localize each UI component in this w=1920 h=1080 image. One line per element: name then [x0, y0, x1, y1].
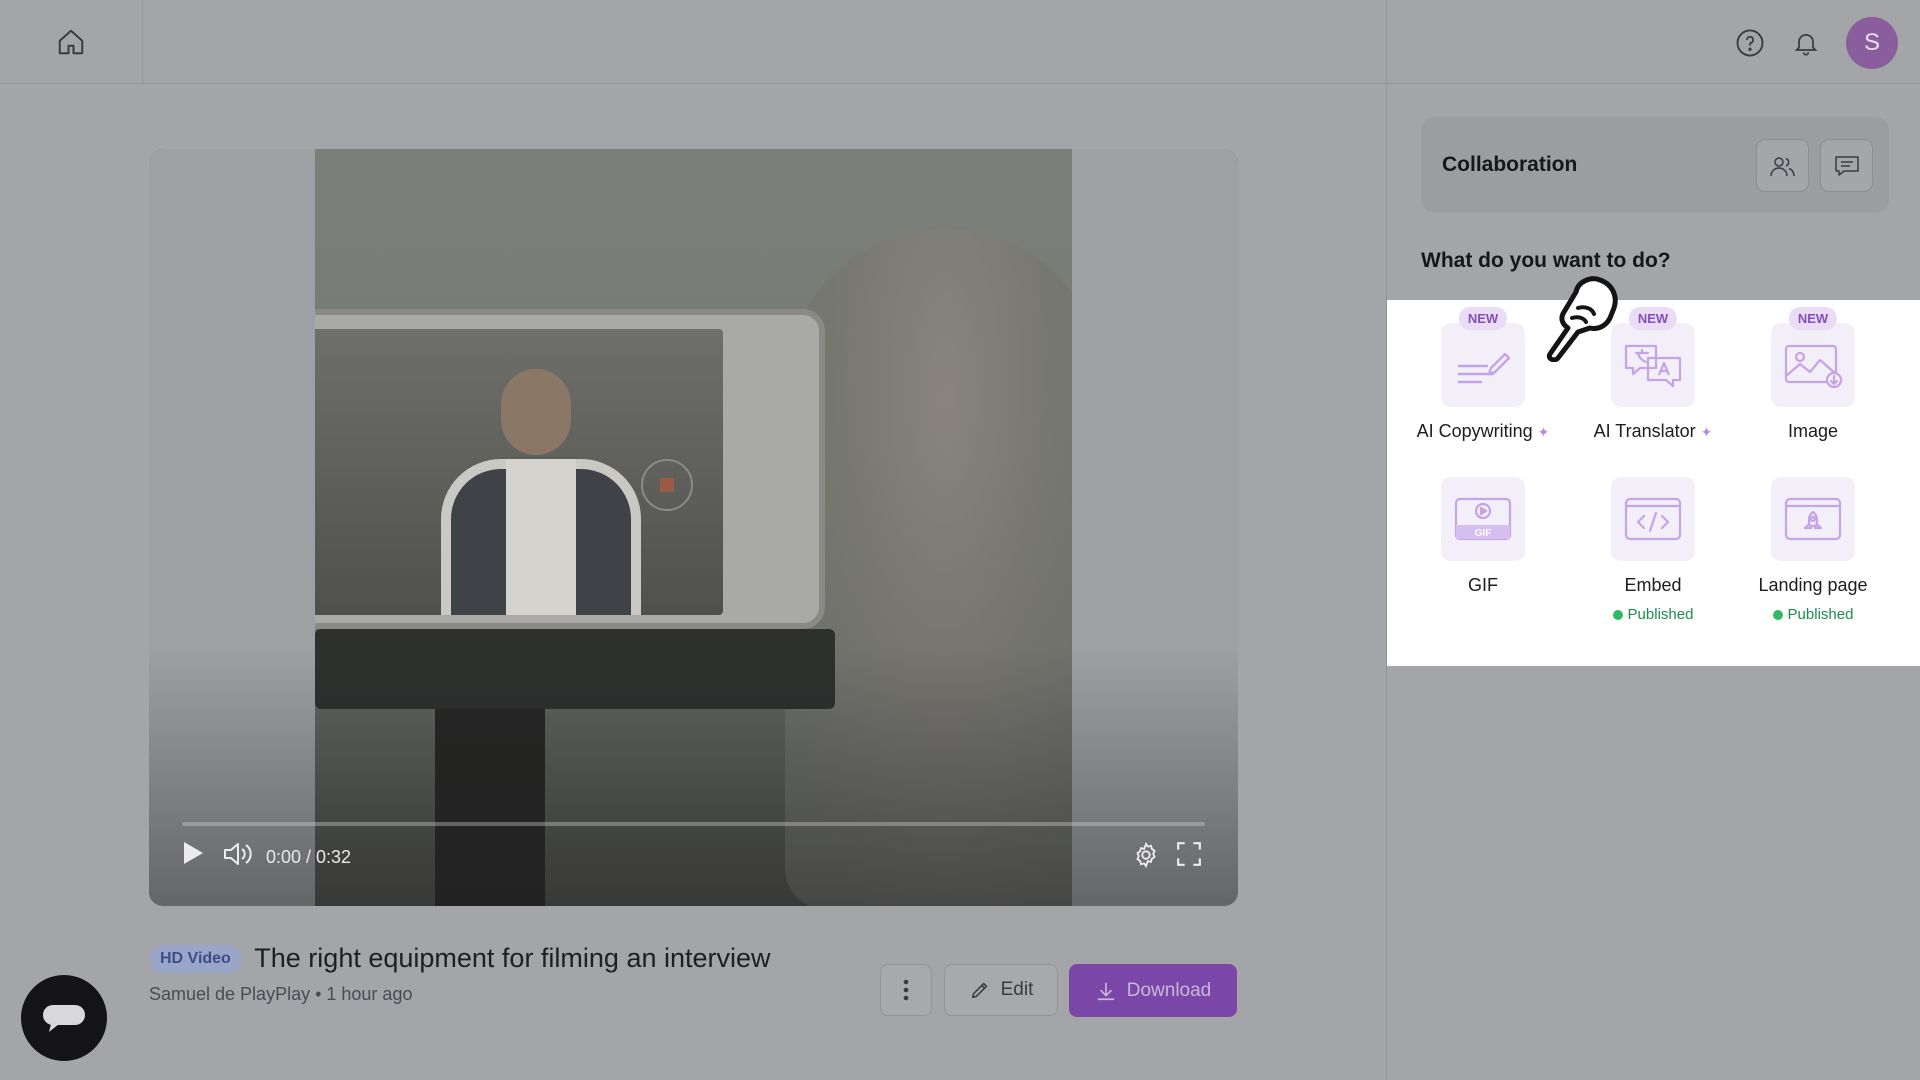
more-options-button[interactable]	[880, 964, 932, 1016]
tool-gif[interactable]: GIF GIF	[1398, 477, 1568, 596]
embed-icon	[1624, 497, 1682, 541]
tool-label: AI Copywriting	[1416, 421, 1533, 441]
video-title: The right equipment for filming an inter…	[254, 943, 771, 973]
chat-icon	[43, 1005, 85, 1032]
comments-button[interactable]	[1820, 139, 1873, 192]
video-player[interactable]: 0:00 / 0:32	[149, 149, 1238, 906]
tool-landing-page[interactable]: Landing page Published	[1728, 477, 1898, 623]
progress-bar[interactable]	[182, 822, 1205, 826]
play-icon	[184, 842, 203, 864]
gear-icon	[1136, 841, 1156, 869]
record-icon	[641, 459, 693, 511]
sparkle-icon: ✦	[1537, 424, 1550, 440]
video-author-line: Samuel de PlayPlay • 1 hour ago	[149, 984, 413, 1004]
users-icon	[1769, 156, 1795, 176]
tool-embed[interactable]: Embed Published	[1568, 477, 1738, 623]
svg-text:GIF: GIF	[1475, 528, 1492, 539]
new-badge: NEW	[1458, 307, 1508, 330]
home-icon	[58, 29, 84, 55]
hand-pointer-cursor-icon	[1546, 276, 1618, 362]
tool-label: AI Translator	[1593, 421, 1696, 441]
tool-label: Landing page	[1758, 575, 1868, 595]
tool-label: Embed	[1624, 575, 1682, 595]
volume-button[interactable]	[223, 841, 253, 867]
tool-label: Image	[1787, 421, 1839, 441]
video-phone	[315, 309, 825, 629]
collaborators-button[interactable]	[1756, 139, 1809, 192]
published-status: Published	[1728, 606, 1898, 623]
fullscreen-button[interactable]	[1176, 841, 1202, 867]
published-status: Published	[1568, 606, 1738, 623]
collaboration-title: Collaboration	[1442, 153, 1578, 176]
status-dot-icon	[1772, 609, 1783, 620]
play-button[interactable]	[182, 841, 204, 865]
pencil-icon	[971, 982, 987, 999]
new-badge: NEW	[1628, 307, 1678, 330]
video-subject	[501, 369, 571, 455]
edit-button-label: Edit	[1000, 979, 1034, 1000]
status-dot-icon	[1612, 609, 1623, 620]
new-badge: NEW	[1788, 307, 1838, 330]
ai-translator-icon	[1624, 344, 1682, 388]
tools-card: NEW AI Copywriting ✦ NEW AI Translator ✦…	[1387, 300, 1920, 666]
collaboration-box: Collaboration	[1421, 117, 1889, 213]
tool-image[interactable]: NEW Image	[1728, 307, 1898, 442]
download-button-label: Download	[1126, 979, 1212, 1001]
gif-icon: GIF	[1454, 497, 1512, 541]
hd-video-badge: HD Video	[149, 944, 242, 973]
settings-button[interactable]	[1132, 841, 1160, 869]
download-button[interactable]: Download	[1069, 964, 1237, 1017]
video-time: 0:00 / 0:32	[266, 847, 352, 867]
tool-label: GIF	[1468, 575, 1498, 595]
volume-icon	[224, 843, 252, 865]
sparkle-icon: ✦	[1700, 424, 1713, 440]
kebab-menu-icon	[903, 979, 909, 1001]
download-icon	[1097, 982, 1114, 1000]
ai-copywriting-icon	[1457, 352, 1511, 384]
chat-support-button[interactable]	[21, 975, 107, 1061]
video-phone-screen	[315, 329, 723, 615]
landing-page-icon	[1784, 497, 1842, 541]
fullscreen-icon	[1177, 842, 1201, 866]
video-meta: HD Video The right equipment for filming…	[149, 943, 771, 1005]
comment-icon	[1834, 155, 1859, 176]
image-icon	[1784, 344, 1843, 389]
edit-button[interactable]: Edit	[944, 964, 1058, 1016]
home-button[interactable]	[0, 0, 143, 84]
